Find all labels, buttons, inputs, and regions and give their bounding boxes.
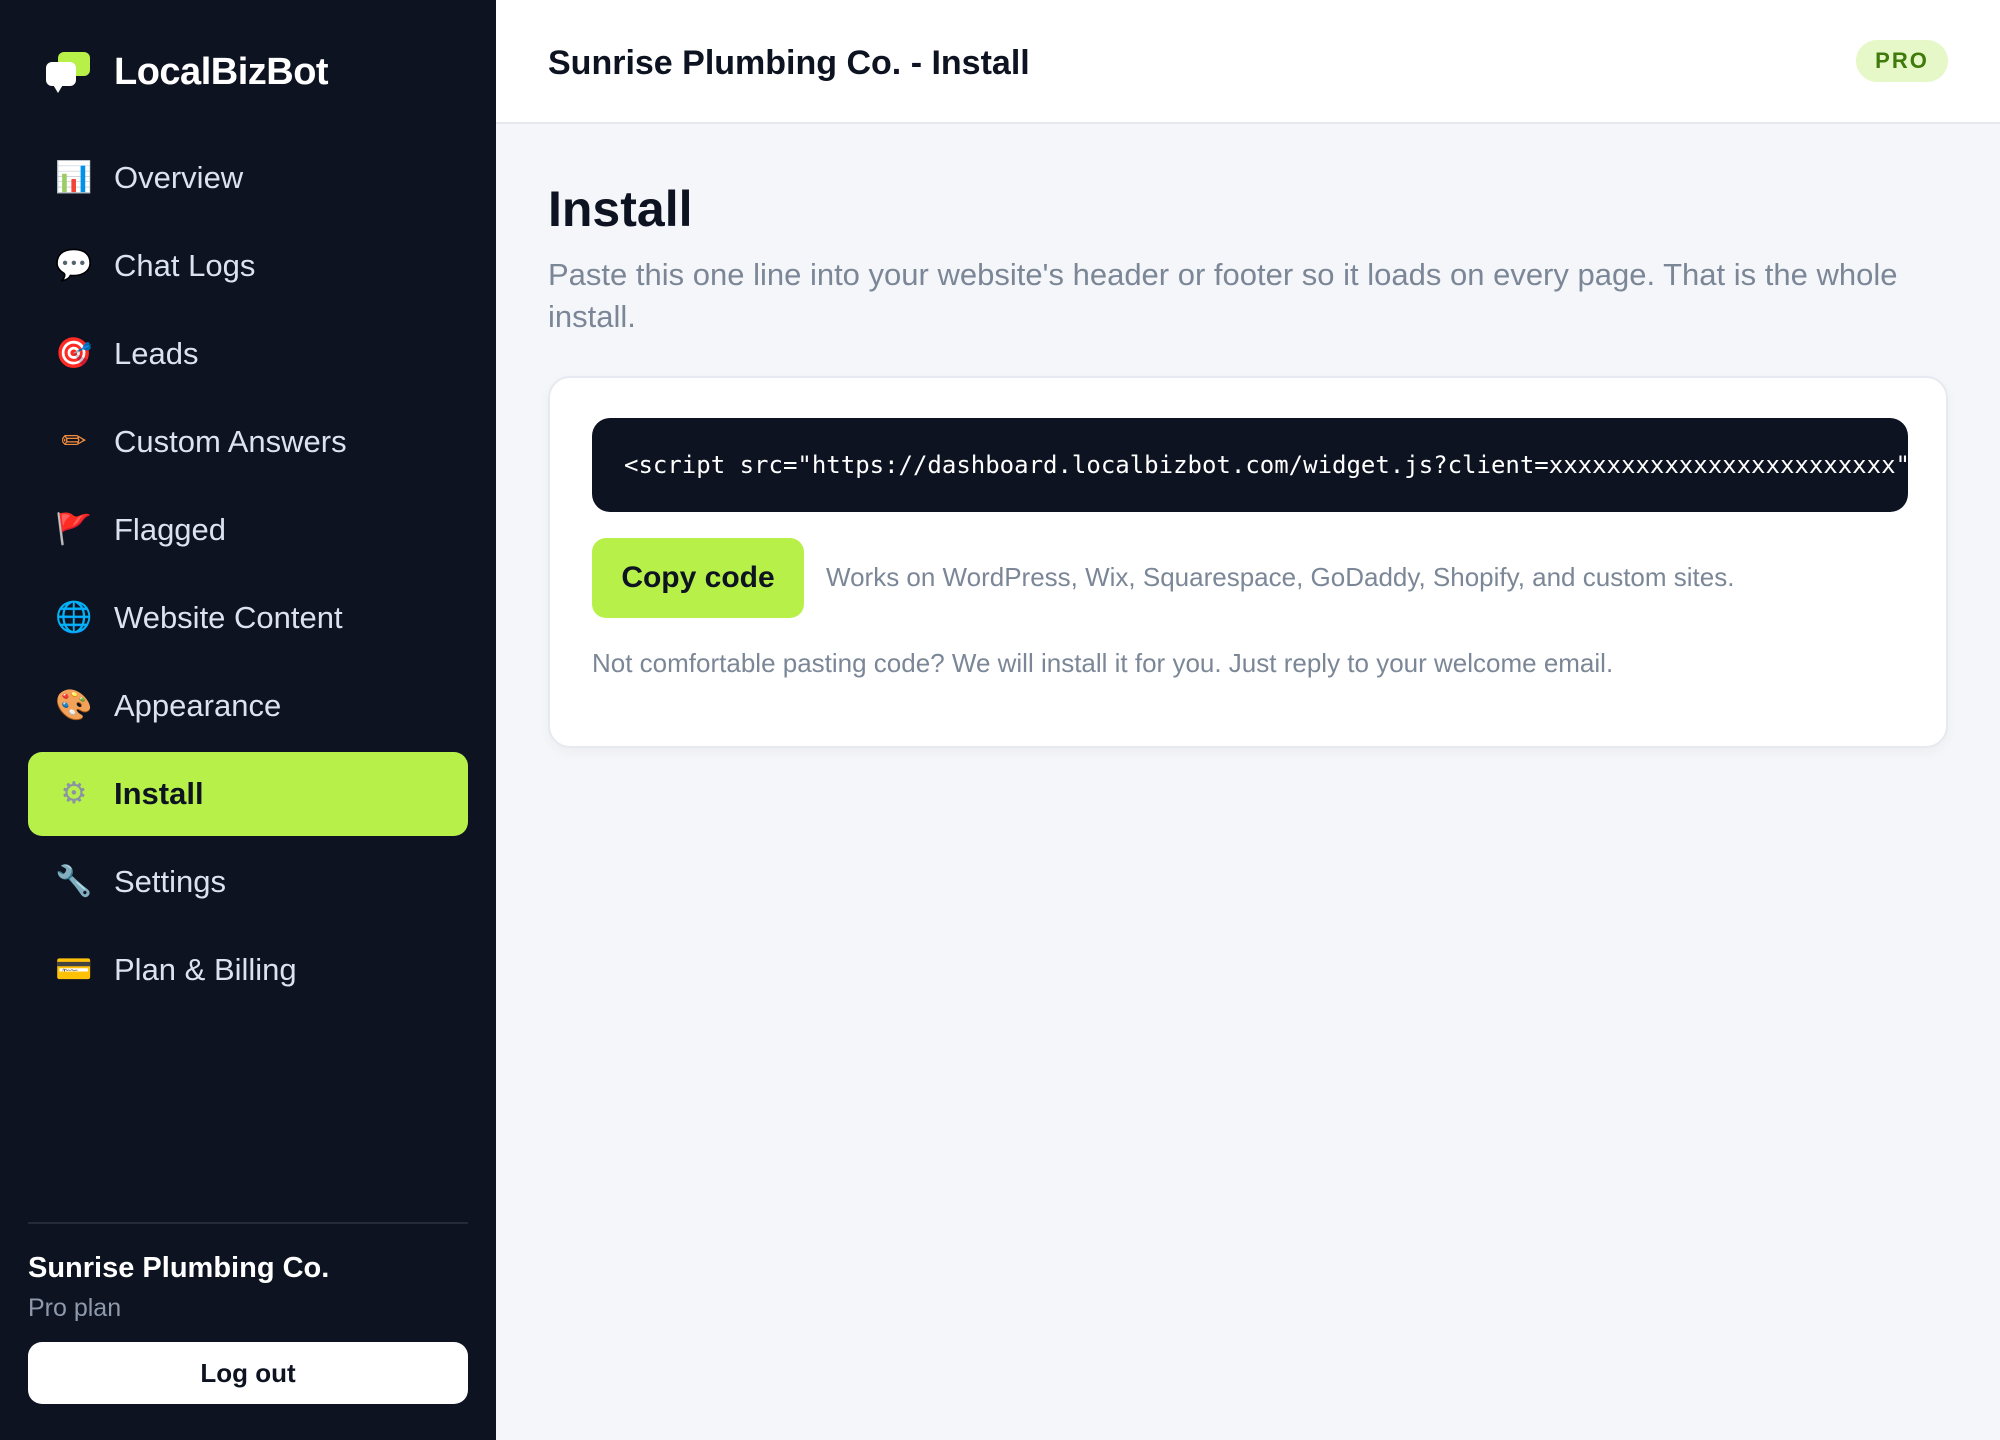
sidebar-item-label: Plan & Billing: [114, 952, 297, 987]
sidebar: LocalBizBot 📊 Overview 💬 Chat Logs 🎯 Lea…: [0, 0, 496, 1440]
sidebar-item-chat-logs[interactable]: 💬 Chat Logs: [28, 224, 468, 308]
header-title: Sunrise Plumbing Co. - Install: [548, 44, 1030, 82]
globe-icon: 🌐: [55, 600, 93, 635]
sidebar-item-label: Install: [114, 776, 204, 811]
platform-compatibility-text: Works on WordPress, Wix, Squarespace, Go…: [826, 562, 1735, 592]
sidebar-item-label: Settings: [114, 864, 227, 899]
flag-icon: 🚩: [55, 512, 93, 547]
sidebar-item-label: Website Content: [114, 600, 343, 635]
embed-code-box[interactable]: <script src="https://dashboard.localbizb…: [592, 418, 1908, 512]
sidebar-item-label: Flagged: [114, 512, 227, 547]
sidebar-divider: [28, 1222, 468, 1224]
sidebar-nav: 📊 Overview 💬 Chat Logs 🎯 Leads ✏ Custom …: [28, 136, 468, 1016]
logout-button[interactable]: Log out: [28, 1342, 468, 1404]
sidebar-item-label: Custom Answers: [114, 424, 347, 459]
sidebar-item-custom-answers[interactable]: ✏ Custom Answers: [28, 400, 468, 484]
sidebar-item-appearance[interactable]: 🎨 Appearance: [28, 664, 468, 748]
sidebar-item-flagged[interactable]: 🚩 Flagged: [28, 488, 468, 572]
page-description: Paste this one line into your website's …: [548, 257, 1898, 334]
page-title: Install: [548, 181, 693, 237]
bar-chart-icon: 📊: [55, 160, 93, 195]
sidebar-item-install[interactable]: ⚙ Install: [28, 752, 468, 836]
sidebar-item-overview[interactable]: 📊 Overview: [28, 136, 468, 220]
gear-icon: ⚙: [60, 776, 88, 811]
sidebar-item-website-content[interactable]: 🌐 Website Content: [28, 576, 468, 660]
sidebar-item-plan-billing[interactable]: 💳 Plan & Billing: [28, 928, 468, 1012]
wrench-icon: 🔧: [55, 864, 93, 899]
brand-name: LocalBizBot: [114, 50, 329, 93]
sidebar-item-label: Overview: [114, 160, 244, 195]
copy-code-button[interactable]: Copy code: [592, 538, 804, 618]
credit-card-icon: 💳: [55, 952, 93, 987]
speech-bubble-icon: 💬: [55, 248, 93, 283]
chat-bubbles-logo-icon: [44, 50, 92, 94]
top-header: Sunrise Plumbing Co. - Install PRO: [496, 0, 2000, 124]
plan-badge: PRO: [1856, 40, 1948, 82]
sidebar-item-leads[interactable]: 🎯 Leads: [28, 312, 468, 396]
sidebar-item-label: Leads: [114, 336, 199, 371]
sidebar-item-label: Chat Logs: [114, 248, 256, 283]
target-icon: 🎯: [55, 336, 93, 371]
install-help-note: Not comfortable pasting code? We will in…: [592, 648, 1614, 678]
pencil-icon: ✏: [61, 424, 87, 459]
install-card: <script src="https://dashboard.localbizb…: [548, 376, 1948, 748]
account-plan: Pro plan: [28, 1294, 122, 1322]
embed-code-snippet[interactable]: <script src="https://dashboard.localbizb…: [624, 451, 1908, 479]
palette-icon: 🎨: [55, 688, 93, 723]
sidebar-item-settings[interactable]: 🔧 Settings: [28, 840, 468, 924]
brand: LocalBizBot: [44, 50, 329, 94]
sidebar-item-label: Appearance: [114, 688, 282, 723]
account-name: Sunrise Plumbing Co.: [28, 1252, 330, 1284]
